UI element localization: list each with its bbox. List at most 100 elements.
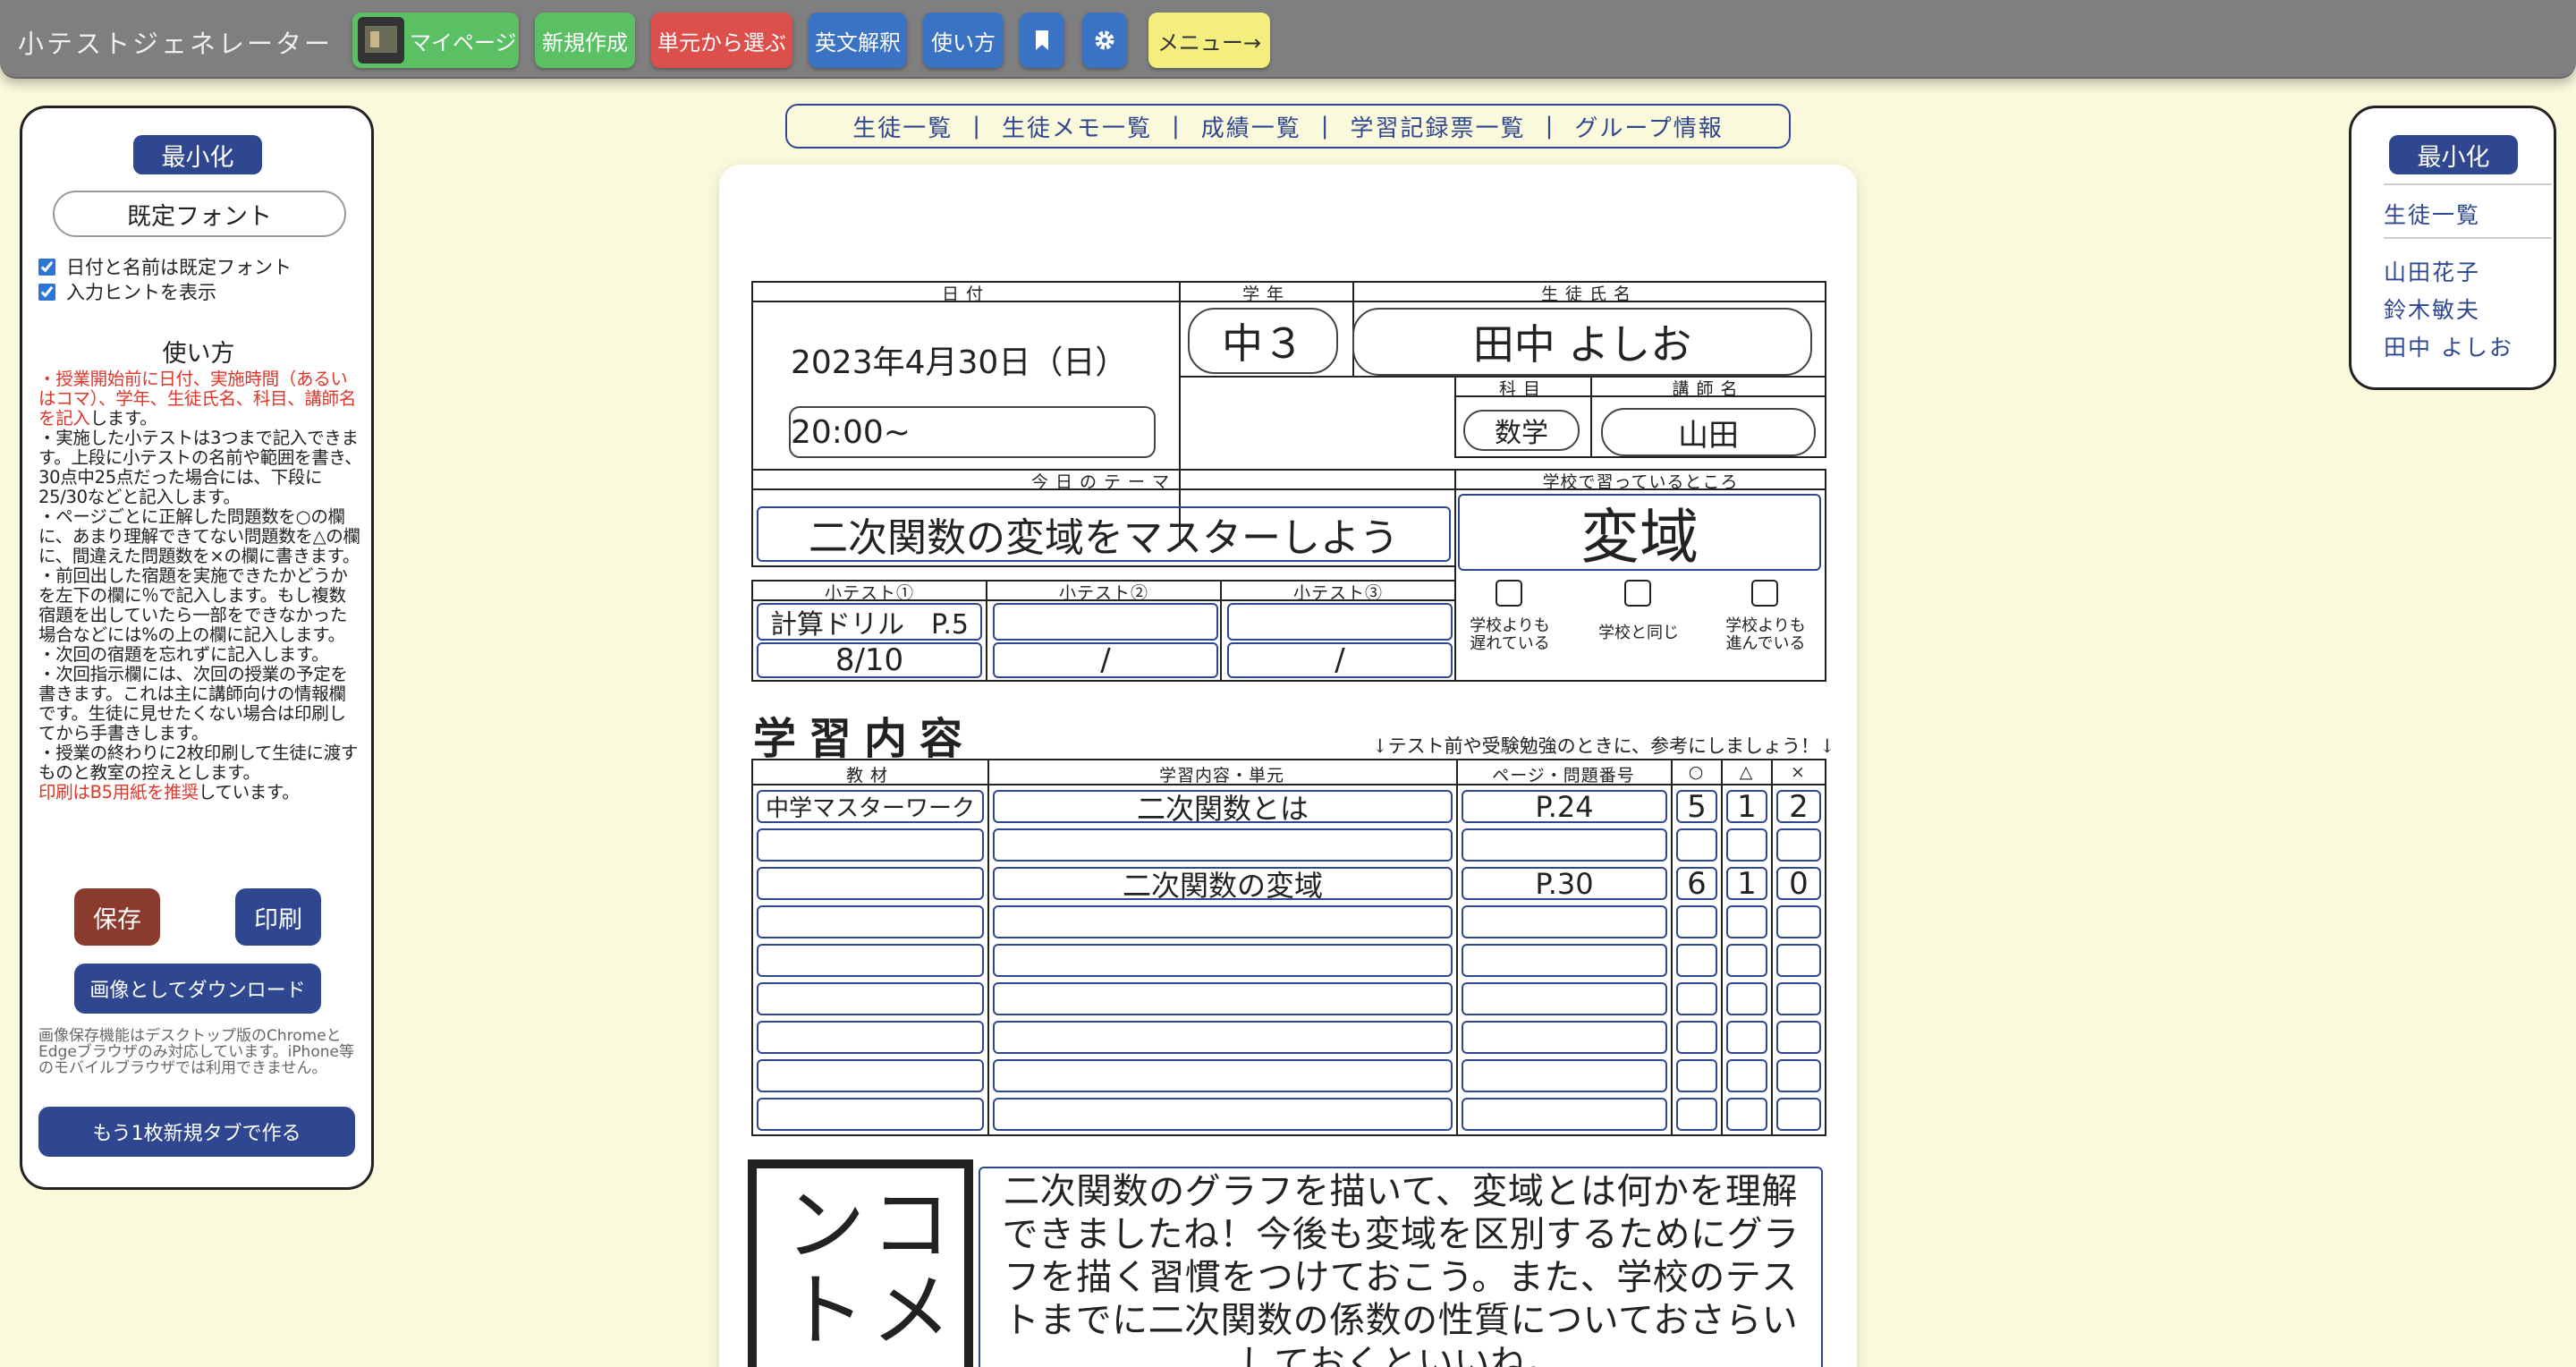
correct-count-input[interactable]: 5 xyxy=(1676,789,1717,825)
wrong-count-input[interactable] xyxy=(1776,828,1821,862)
wrong-count-input[interactable] xyxy=(1776,982,1821,1015)
content-input[interactable] xyxy=(993,1098,1453,1131)
quiz1-score-input[interactable]: 8/10 xyxy=(757,642,982,678)
wrong-count-input[interactable] xyxy=(1776,1021,1821,1054)
bookmark-button[interactable] xyxy=(1020,13,1064,68)
material-input[interactable] xyxy=(757,1059,984,1092)
minimize-right-button[interactable]: 最小化 xyxy=(2389,135,2518,174)
new-tab-button[interactable]: もう1枚新規タブで作る xyxy=(38,1107,355,1157)
print-button[interactable]: 印刷 xyxy=(235,888,321,946)
default-font-checkbox[interactable] xyxy=(38,258,55,276)
subnav-memo-list[interactable]: 生徒メモ一覧 xyxy=(1002,110,1152,143)
page-input[interactable] xyxy=(1462,1098,1667,1131)
page-input[interactable] xyxy=(1462,1059,1667,1092)
name-input[interactable]: 田中 よしお xyxy=(1352,308,1812,376)
quiz1-name-input[interactable]: 計算ドリル P.5 xyxy=(757,603,982,641)
wrong-count-input[interactable] xyxy=(1776,944,1821,977)
mypage-button[interactable]: マイページ xyxy=(352,13,519,68)
page-input[interactable] xyxy=(1462,944,1667,977)
material-input[interactable] xyxy=(757,905,984,938)
partial-count-input[interactable] xyxy=(1726,905,1767,938)
content-input[interactable] xyxy=(993,1059,1453,1092)
page-input[interactable] xyxy=(1462,1021,1667,1054)
correct-count-input[interactable] xyxy=(1676,1098,1717,1131)
menu-button[interactable]: メニュー→ xyxy=(1148,13,1270,68)
wrong-count-input[interactable] xyxy=(1776,1059,1821,1092)
minimize-left-button[interactable]: 最小化 xyxy=(133,135,262,174)
partial-count-input[interactable] xyxy=(1726,1098,1767,1131)
time-input[interactable]: 20:00~ xyxy=(789,406,1156,458)
partial-count-input[interactable] xyxy=(1726,982,1767,1015)
content-input[interactable]: 二次関数とは xyxy=(993,790,1453,826)
student-link[interactable]: 山田花子 xyxy=(2384,255,2480,287)
save-button[interactable]: 保存 xyxy=(74,888,160,946)
content-input[interactable] xyxy=(993,1021,1453,1054)
new-button[interactable]: 新規作成 xyxy=(535,13,635,68)
school-input[interactable]: 変域 xyxy=(1458,494,1821,572)
subnav-group-info[interactable]: グループ情報 xyxy=(1574,110,1723,143)
pace-ahead-checkbox[interactable] xyxy=(1751,580,1778,607)
right-student-list-link[interactable]: 生徒一覧 xyxy=(2384,198,2480,230)
page-input[interactable] xyxy=(1462,982,1667,1015)
material-input[interactable] xyxy=(757,867,984,900)
material-input[interactable] xyxy=(757,1021,984,1054)
partial-count-input[interactable] xyxy=(1726,1059,1767,1092)
partial-count-input[interactable]: 1 xyxy=(1726,866,1767,902)
hint-checkbox-row[interactable]: 入力ヒントを表示 xyxy=(38,278,216,305)
material-input[interactable] xyxy=(757,982,984,1015)
correct-count-input[interactable] xyxy=(1676,944,1717,977)
content-input[interactable] xyxy=(993,828,1453,862)
page-input[interactable] xyxy=(1462,905,1667,938)
quiz3-score-input[interactable]: / xyxy=(1227,642,1453,678)
page-input[interactable] xyxy=(1462,828,1667,862)
teacher-input[interactable]: 山田 xyxy=(1601,408,1816,456)
page-input[interactable]: P.24 xyxy=(1462,790,1667,824)
date-value[interactable]: 2023年4月30日（日） xyxy=(791,336,1127,383)
material-input[interactable]: 中学マスターワーク xyxy=(757,790,984,823)
correct-count-input[interactable] xyxy=(1676,1021,1717,1054)
material-input[interactable] xyxy=(757,1098,984,1131)
pace-same-checkbox[interactable] xyxy=(1624,580,1651,607)
page-input[interactable]: P.30 xyxy=(1462,867,1667,901)
subnav-records[interactable]: 学習記録票一覧 xyxy=(1351,110,1526,143)
subnav-grades[interactable]: 成績一覧 xyxy=(1201,110,1301,143)
subject-input[interactable]: 数学 xyxy=(1463,410,1580,451)
content-input[interactable]: 二次関数の変域 xyxy=(993,867,1453,903)
quiz2-name-input[interactable] xyxy=(993,603,1218,641)
default-font-button[interactable]: 既定フォント xyxy=(53,191,346,237)
grade-input[interactable]: 中３ xyxy=(1188,308,1338,374)
wrong-count-input[interactable] xyxy=(1776,1098,1821,1131)
partial-count-input[interactable] xyxy=(1726,828,1767,862)
student-link[interactable]: 鈴木敏夫 xyxy=(2384,293,2480,325)
subnav-student-list[interactable]: 生徒一覧 xyxy=(852,110,953,143)
quiz2-score-input[interactable]: / xyxy=(993,642,1218,678)
pace-behind-checkbox[interactable] xyxy=(1496,580,1522,607)
settings-button[interactable] xyxy=(1082,13,1127,68)
partial-count-input[interactable] xyxy=(1726,944,1767,977)
material-input[interactable] xyxy=(757,828,984,862)
theme-input[interactable]: 二次関数の変域をマスターしよう xyxy=(757,506,1451,562)
wrong-count-input[interactable]: 2 xyxy=(1776,789,1821,825)
english-reading-button[interactable]: 英文解釈 xyxy=(809,13,907,68)
correct-count-input[interactable] xyxy=(1676,905,1717,938)
howto-button[interactable]: 使い方 xyxy=(923,13,1004,68)
partial-count-input[interactable]: 1 xyxy=(1726,789,1767,825)
hint-checkbox[interactable] xyxy=(38,283,55,301)
comment-input[interactable]: 二次関数のグラフを描いて、変域とは何かを理解できましたね！今後も変域を区別するた… xyxy=(979,1167,1823,1367)
download-image-button[interactable]: 画像としてダウンロード xyxy=(74,964,321,1014)
select-unit-button[interactable]: 単元から選ぶ xyxy=(651,13,792,68)
correct-count-input[interactable] xyxy=(1676,1059,1717,1092)
correct-count-input[interactable] xyxy=(1676,828,1717,862)
student-link[interactable]: 田中 よしお xyxy=(2384,330,2513,362)
quiz3-name-input[interactable] xyxy=(1227,603,1453,641)
correct-count-input[interactable] xyxy=(1676,982,1717,1015)
wrong-count-input[interactable] xyxy=(1776,905,1821,938)
default-font-checkbox-row[interactable]: 日付と名前は既定フォント xyxy=(38,253,292,280)
content-input[interactable] xyxy=(993,905,1453,938)
correct-count-input[interactable]: 6 xyxy=(1676,866,1717,902)
content-input[interactable] xyxy=(993,944,1453,977)
material-input[interactable] xyxy=(757,944,984,977)
content-input[interactable] xyxy=(993,982,1453,1015)
partial-count-input[interactable] xyxy=(1726,1021,1767,1054)
wrong-count-input[interactable]: 0 xyxy=(1776,866,1821,902)
